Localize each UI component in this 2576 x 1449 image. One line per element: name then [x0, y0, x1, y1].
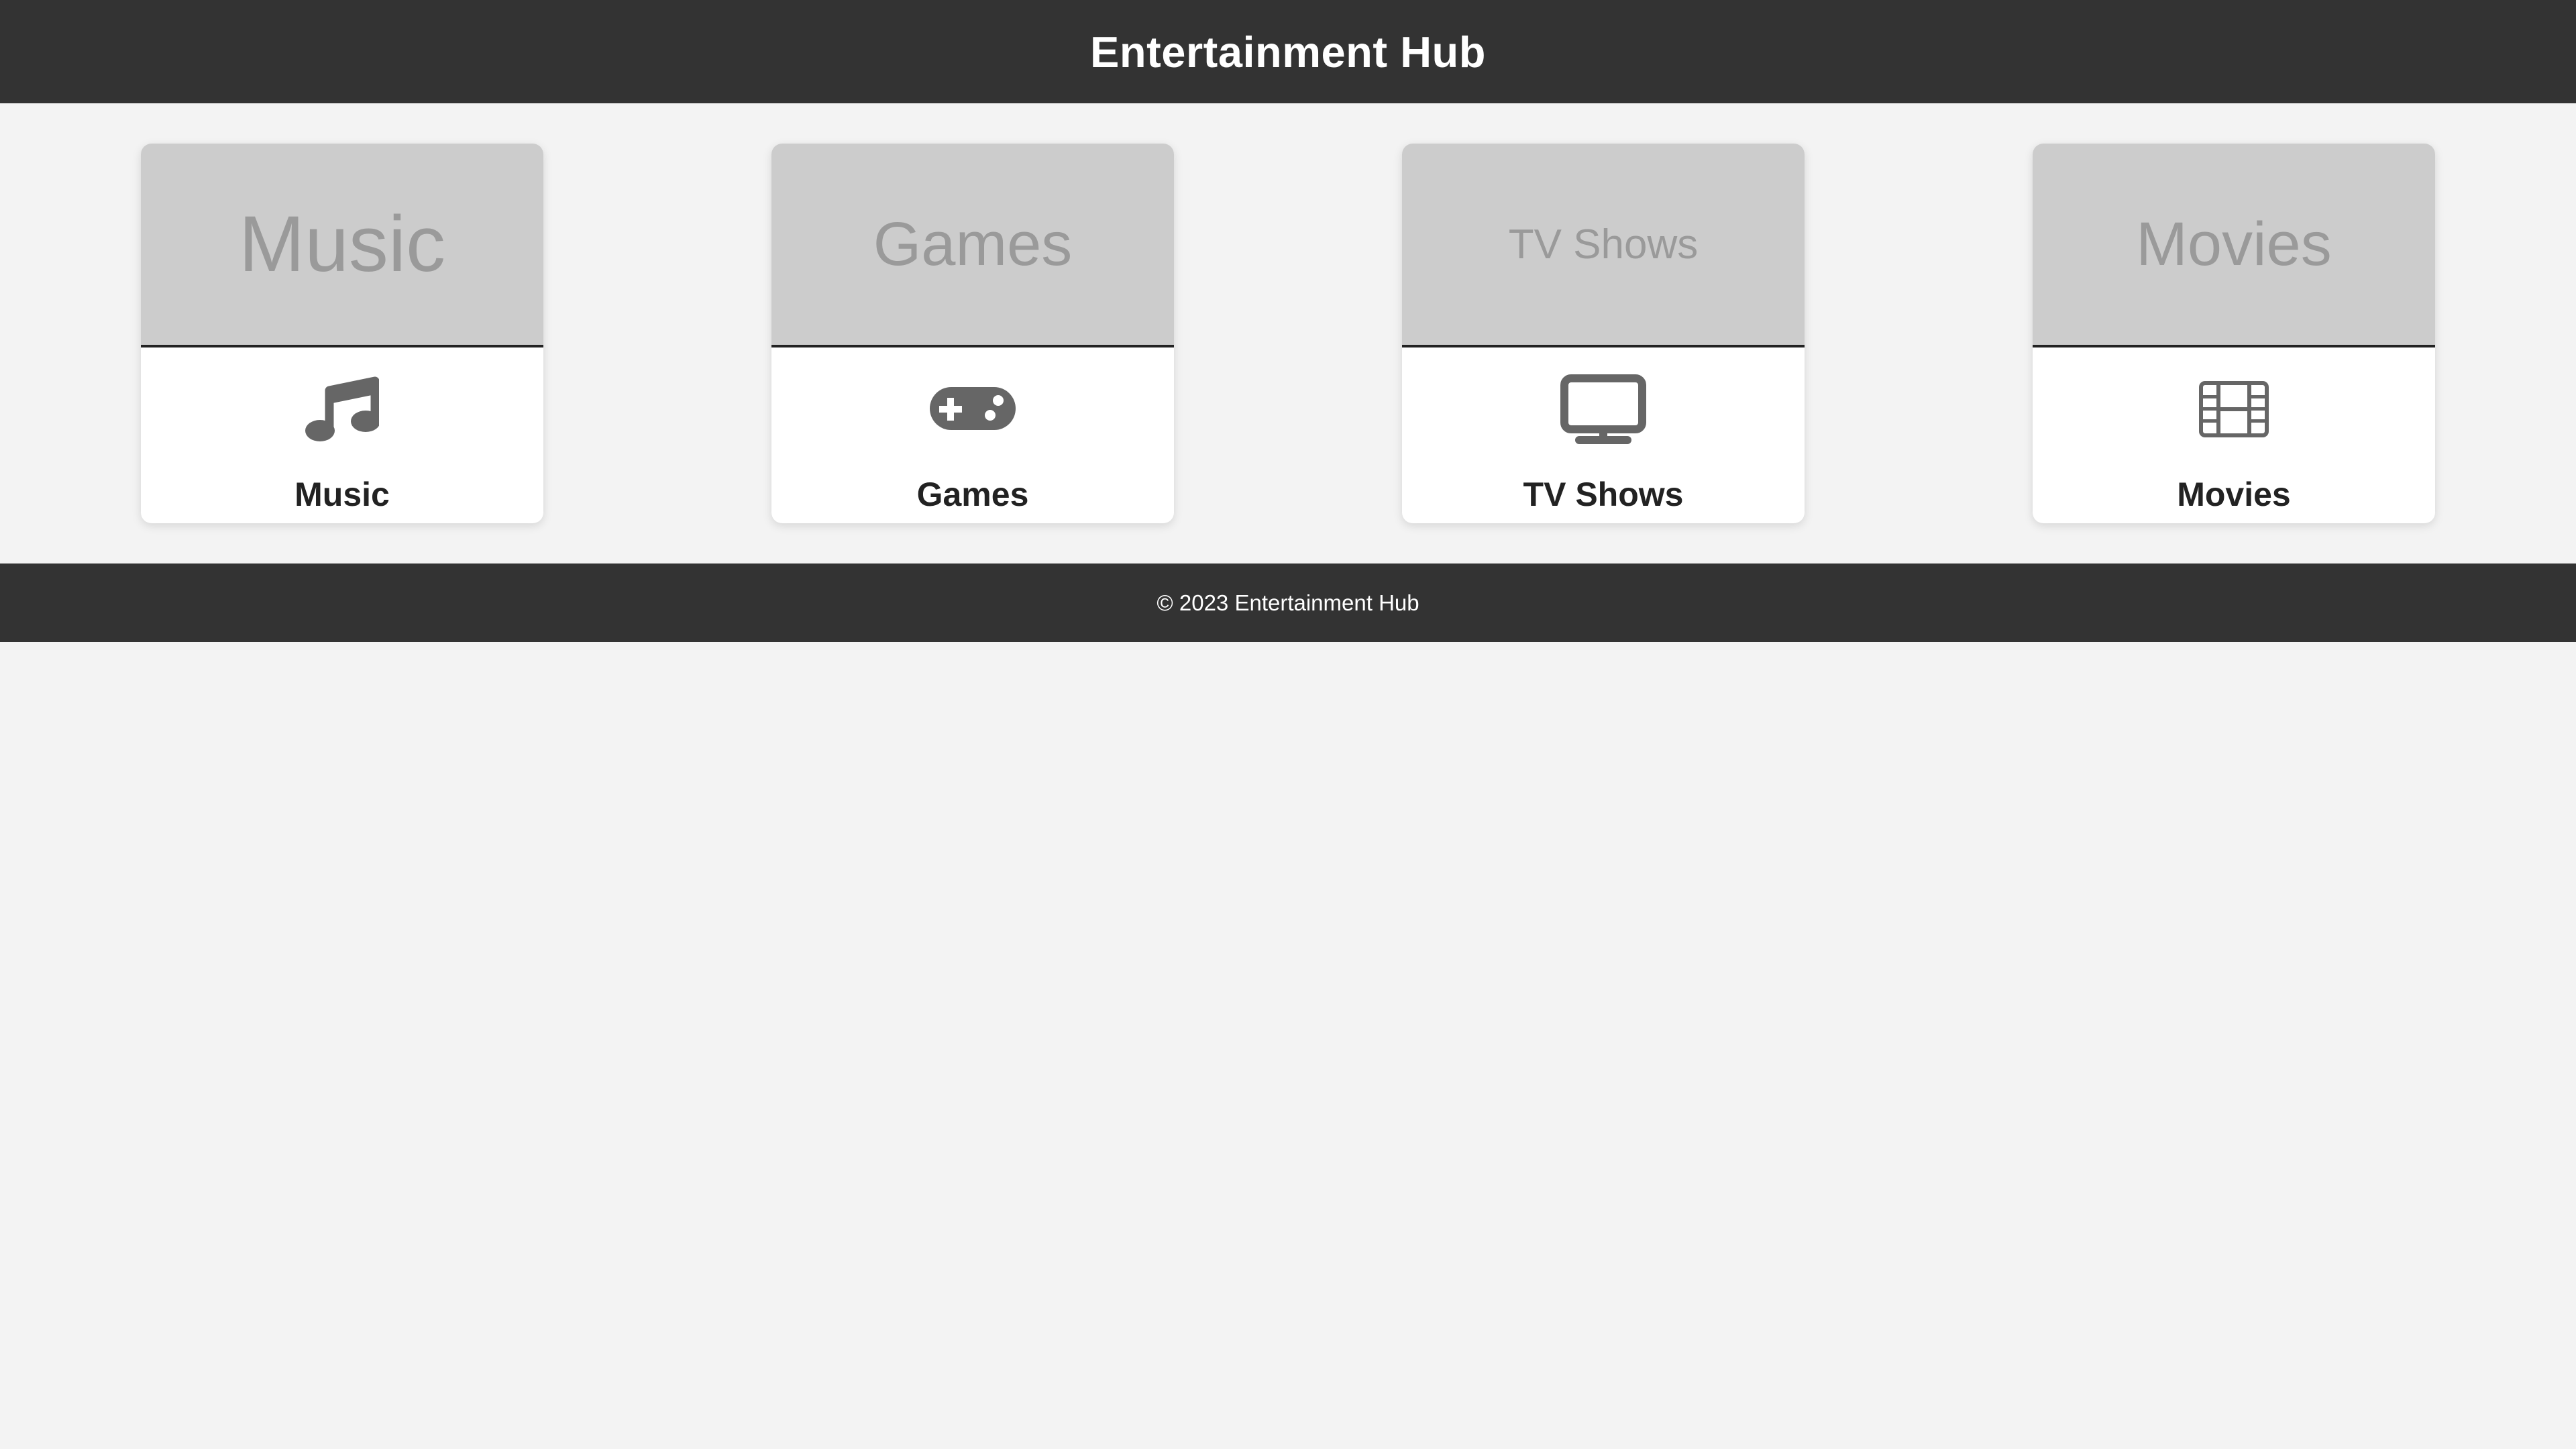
card-label: Games	[916, 476, 1029, 513]
card-label: Movies	[2177, 476, 2291, 513]
card-body: Music	[141, 347, 543, 523]
card-image-placeholder: TV Shows	[1402, 144, 1805, 347]
music-note-icon	[299, 376, 386, 443]
card-image-text: Movies	[2136, 209, 2332, 278]
film-icon	[2190, 376, 2277, 443]
tv-icon	[1560, 374, 1647, 444]
footer-copyright: © 2023 Entertainment Hub	[1157, 590, 1419, 615]
category-grid: Music Music Games Games TV Shows TV Show…	[0, 144, 2576, 523]
card-body: TV Shows	[1402, 347, 1805, 523]
card-label: TV Shows	[1523, 476, 1684, 513]
card-image-text: Music	[238, 200, 446, 288]
category-card-movies[interactable]: Movies Movies	[2033, 144, 2435, 523]
card-image-placeholder: Music	[141, 144, 543, 347]
card-image-text: TV Shows	[1508, 221, 1699, 268]
card-body: Movies	[2033, 347, 2435, 523]
card-image-placeholder: Games	[771, 144, 1174, 347]
category-card-tv-shows[interactable]: TV Shows TV Shows	[1402, 144, 1805, 523]
site-footer: © 2023 Entertainment Hub	[0, 564, 2576, 642]
site-header: Entertainment Hub	[0, 0, 2576, 103]
gamepad-icon	[929, 376, 1016, 443]
category-card-games[interactable]: Games Games	[771, 144, 1174, 523]
site-title: Entertainment Hub	[1090, 27, 1486, 76]
card-image-text: Games	[873, 209, 1073, 278]
card-label: Music	[294, 476, 390, 513]
category-card-music[interactable]: Music Music	[141, 144, 543, 523]
card-image-placeholder: Movies	[2033, 144, 2435, 347]
card-body: Games	[771, 347, 1174, 523]
